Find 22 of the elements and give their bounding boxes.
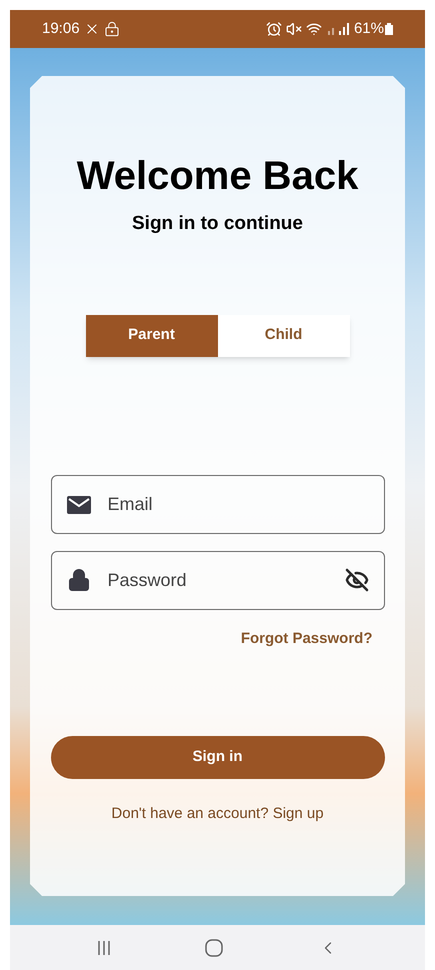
battery-icon [385, 23, 393, 35]
hide-password-icon[interactable] [344, 568, 368, 592]
alarm-icon [266, 21, 282, 37]
home-icon[interactable] [205, 938, 224, 956]
lock-icon [66, 568, 90, 592]
mute-icon [286, 21, 302, 37]
status-time: 19:06 [42, 18, 80, 39]
email-field[interactable]: Email [50, 474, 384, 534]
sign-up-link[interactable]: Don't have an account? Sign up [111, 803, 324, 826]
battery-percent: 61% [354, 18, 384, 39]
sign-in-button[interactable]: Sign in [50, 736, 384, 779]
lock-icon [104, 21, 120, 37]
password-field[interactable]: Password [50, 550, 384, 610]
wifi-icon [306, 21, 322, 37]
forgot-password-link[interactable]: Forgot Password? [240, 628, 372, 650]
role-tab[interactable]: Child [218, 314, 350, 356]
title: Welcome Back [76, 156, 358, 196]
recent-apps-icon[interactable] [97, 940, 112, 956]
subtitle: Sign in to continue [132, 212, 303, 236]
mail-icon [66, 496, 90, 514]
role-tab[interactable]: Parent [86, 314, 218, 356]
signal-icon [326, 23, 350, 35]
